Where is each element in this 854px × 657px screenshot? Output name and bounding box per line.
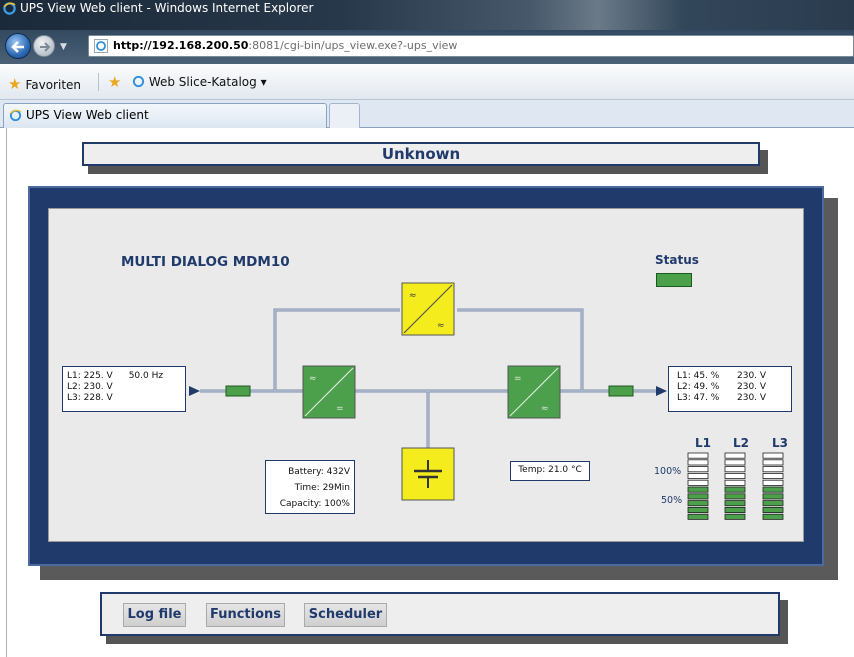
- load-bar-l2-segment: [724, 459, 746, 466]
- load-bar-l1-segment: [687, 493, 709, 500]
- output-l3-voltage: 230. V: [737, 393, 767, 403]
- load-bar-l2-segment: [724, 493, 746, 500]
- svg-text:≈: ≈: [437, 321, 445, 331]
- ups-diagram: ≈ ≈ ≈ = = ≈: [189, 282, 784, 520]
- bar-header-l1: L1: [695, 436, 711, 450]
- bar-header-l3: L3: [772, 436, 788, 450]
- input-values-box: L1: 225. V 50.0 Hz L2: 230. V L3: 228. V: [62, 366, 186, 412]
- load-bar-l3-segment: [762, 500, 784, 507]
- load-bar-l1-segment: [687, 513, 709, 520]
- output-values-box: L1: 45. % 230. V L2: 49. % 230. V L3: 47. …: [668, 366, 792, 412]
- functions-button[interactable]: Functions: [206, 603, 285, 627]
- load-bar-l3-segment: [762, 513, 784, 520]
- load-bar-l2-segment: [724, 486, 746, 493]
- output-l1-load: L1: 45. %: [677, 371, 720, 381]
- output-l2-voltage: 230. V: [737, 382, 767, 392]
- load-bar-l3-segment: [762, 472, 784, 479]
- log-file-button[interactable]: Log file: [123, 603, 186, 627]
- svg-text:≈: ≈: [409, 291, 417, 301]
- output-l2-load: L2: 49. %: [677, 382, 720, 392]
- load-bar-l1-segment: [687, 452, 709, 459]
- load-bar-l2-segment: [724, 513, 746, 520]
- load-bar-l1-segment: [687, 500, 709, 507]
- inverter-icon: = ≈: [507, 365, 561, 419]
- temperature-box: Temp: 21.0 °C: [510, 461, 590, 481]
- input-frequency: 50.0 Hz: [128, 371, 164, 381]
- button-bar: [100, 592, 780, 636]
- svg-text:=: =: [336, 404, 344, 414]
- load-bars-header: L1 L2 L3: [690, 436, 800, 450]
- scale-100-label: 100%: [654, 466, 682, 477]
- load-bar-l3-segment: [762, 452, 784, 459]
- load-bar-l2-segment: [724, 500, 746, 507]
- output-l3-load: L3: 47. %: [677, 393, 720, 403]
- load-bars: [687, 452, 784, 520]
- load-bar-l1-segment: [687, 472, 709, 479]
- output-arrow-icon: [656, 386, 667, 396]
- input-l2: L2: 230. V: [67, 382, 113, 392]
- load-bar-l2-segment: [724, 472, 746, 479]
- output-l1-voltage: 230. V: [737, 371, 767, 381]
- load-bar-l1-segment: [687, 479, 709, 486]
- bar-header-l2: L2: [733, 436, 749, 450]
- load-bar-l2-segment: [724, 506, 746, 513]
- input-arrow-icon: [189, 386, 200, 396]
- load-bar-l3-segment: [762, 506, 784, 513]
- load-bar-l3-segment: [762, 459, 784, 466]
- svg-text:≈: ≈: [309, 374, 317, 384]
- battery-capacity: Capacity: 100%: [279, 499, 350, 509]
- load-bar-l2-segment: [724, 452, 746, 459]
- load-bar-l3-segment: [762, 486, 784, 493]
- output-switch-indicator: [608, 385, 634, 397]
- svg-text:=: =: [514, 374, 522, 384]
- battery-voltage: Battery: 432V: [288, 467, 350, 477]
- input-l3: L3: 228. V: [67, 393, 113, 403]
- load-bar-l1-segment: [687, 466, 709, 473]
- load-bar-l2-segment: [724, 466, 746, 473]
- bypass-converter-icon: ≈ ≈: [401, 282, 455, 336]
- load-bar-l1-segment: [687, 459, 709, 466]
- load-bar-l3-segment: [762, 493, 784, 500]
- load-bar-l3-segment: [762, 479, 784, 486]
- load-bar-l3-segment: [762, 466, 784, 473]
- battery-icon: [401, 447, 455, 501]
- svg-text:≈: ≈: [541, 404, 549, 414]
- battery-values-box: Battery: 432V Time: 29Min Capacity: 100%: [265, 460, 355, 514]
- input-l1: L1: 225. V: [67, 371, 113, 381]
- load-bar-l1-segment: [687, 486, 709, 493]
- load-bar-l1-segment: [687, 506, 709, 513]
- battery-runtime: Time: 29Min: [294, 483, 350, 493]
- input-switch-indicator: [225, 385, 251, 397]
- load-bar-l2-segment: [724, 479, 746, 486]
- scale-50-label: 50%: [661, 495, 683, 506]
- rectifier-icon: ≈ =: [302, 365, 356, 419]
- scheduler-button[interactable]: Scheduler: [304, 603, 387, 627]
